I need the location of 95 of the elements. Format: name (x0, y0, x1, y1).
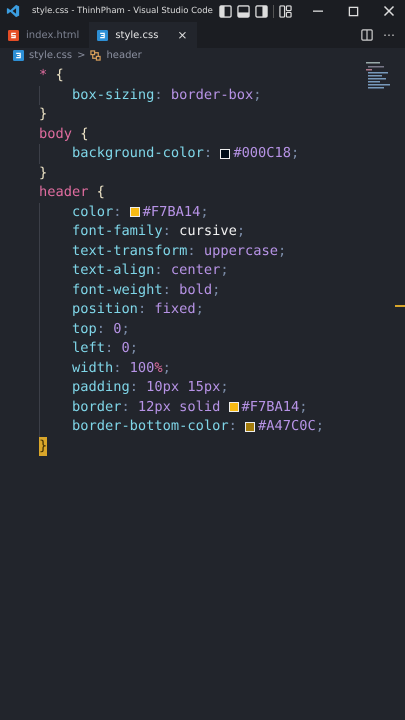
code-token: bold (179, 280, 212, 300)
code-token: box-sizing (72, 86, 154, 104)
code-token: 10px (146, 378, 180, 397)
secondary-sidebar-icon[interactable] (255, 4, 268, 18)
code-token: background-color (72, 144, 204, 163)
code-token: border-box (170, 86, 254, 104)
code-token: padding (72, 378, 130, 397)
code-token: : (113, 358, 122, 378)
html-file-icon (8, 30, 19, 40)
code-token: #F7BA14 (242, 398, 300, 416)
code-token: ; (196, 300, 204, 319)
code-token: #F7BA14 (142, 202, 200, 222)
code-token: font-weight (72, 280, 163, 300)
code-token: #000C18 (233, 144, 292, 163)
code-token: : (96, 320, 105, 338)
code-token: ; (253, 86, 262, 104)
code-token: : (154, 86, 163, 104)
code-token: ; (162, 358, 171, 378)
code-token: ; (291, 144, 300, 163)
code-token: ; (220, 378, 229, 397)
scrollbar-marker (395, 305, 405, 307)
code-token: text-align (72, 261, 154, 280)
code-token: uppercase (204, 242, 278, 260)
code-token: ; (130, 339, 138, 358)
code-token: : (154, 261, 163, 280)
code-token: ; (212, 280, 220, 300)
code-token: width (72, 358, 114, 378)
code-token: : (162, 222, 171, 241)
code-token: left (72, 339, 105, 358)
color-swatch[interactable] (130, 207, 140, 218)
breadcrumb-separator: > (77, 50, 86, 60)
code-token: color (72, 202, 114, 222)
code-token: : (162, 280, 171, 300)
code-token: } (39, 164, 48, 182)
sidebar-toggle-icon[interactable] (219, 4, 232, 18)
code-token: * (39, 66, 48, 85)
code-token: : (130, 378, 138, 397)
close-tab-button[interactable]: × (177, 28, 188, 42)
code-token: : (113, 202, 122, 222)
code-token: position (72, 300, 138, 319)
code-token: cursive (179, 222, 237, 241)
code-token: % (154, 358, 163, 378)
code-token: top (72, 320, 97, 338)
code-token: ; (220, 261, 229, 280)
color-swatch[interactable] (220, 148, 230, 159)
code-token: ; (278, 242, 286, 260)
window-title: style.css - ThinhPham - Visual Studio Code (32, 6, 213, 16)
css-file-icon (13, 50, 24, 60)
code-token: : (187, 242, 196, 260)
editor-tab[interactable]: index.html (0, 22, 90, 48)
minimap[interactable] (366, 62, 392, 90)
code-token: body (39, 124, 72, 144)
panel-toggle-icon[interactable] (237, 4, 250, 18)
code-token: ; (299, 398, 308, 416)
more-actions-button[interactable]: ⋯ (383, 28, 395, 42)
code-token: ; (121, 320, 130, 338)
code-token: fixed (154, 300, 196, 319)
code-token: solid (179, 398, 220, 416)
close-icon[interactable] (383, 5, 395, 17)
code-token: 100 (130, 358, 154, 378)
split-editor-icon[interactable] (361, 29, 373, 41)
code-token: border (72, 398, 122, 416)
css-file-icon (97, 30, 108, 40)
code-token: } (39, 436, 48, 456)
code-token: } (39, 105, 48, 124)
layout-icon[interactable] (279, 4, 292, 18)
code-token: : (121, 398, 130, 416)
editor-tab[interactable]: style.css × (89, 22, 198, 48)
code-token: text-transform (72, 242, 188, 260)
code-token: 0 (113, 320, 122, 338)
color-swatch[interactable] (245, 422, 256, 432)
symbol-structure-icon (90, 50, 102, 60)
code-token: ; (316, 417, 324, 436)
breadcrumb-item[interactable]: style.css (29, 50, 72, 60)
code-token: 12px (138, 398, 171, 416)
code-token: { (80, 124, 88, 144)
code-token: { (96, 183, 105, 202)
code-token: center (170, 261, 220, 280)
vscode-logo-icon (6, 4, 20, 18)
code-token: ; (200, 202, 209, 222)
code-token: { (55, 66, 64, 85)
breadcrumb-item[interactable]: header (106, 50, 142, 60)
code-token: border-bottom-color (72, 417, 229, 436)
maximize-icon[interactable] (348, 6, 359, 16)
code-token: : (104, 339, 114, 358)
code-token: : (204, 144, 212, 163)
code-token: : (138, 300, 146, 319)
code-token: ; (236, 222, 246, 241)
code-token: header (39, 183, 88, 202)
code-token: font-family (72, 222, 163, 241)
code-token: #A47C0C (258, 417, 316, 436)
code-token: 0 (121, 339, 130, 358)
code-token: 15px (187, 378, 220, 397)
code-token: : (228, 417, 237, 436)
color-swatch[interactable] (228, 402, 239, 412)
